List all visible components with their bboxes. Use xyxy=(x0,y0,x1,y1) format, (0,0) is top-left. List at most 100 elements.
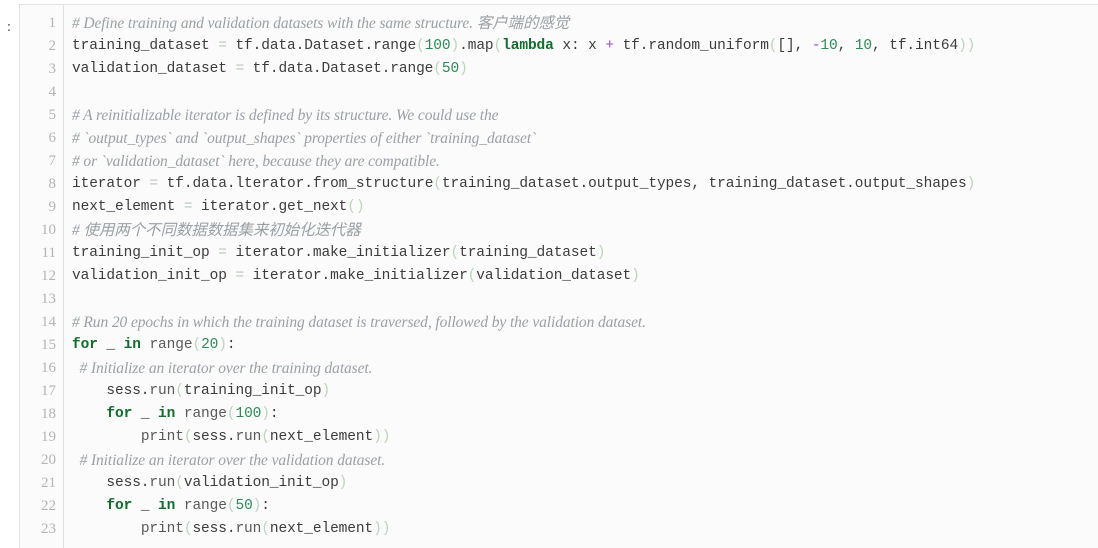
token-paren: ) xyxy=(966,176,976,192)
token-assign: = xyxy=(218,38,227,54)
token-paren: )) xyxy=(373,429,391,445)
code-line[interactable]: next_element = iterator.get_next() xyxy=(72,196,1098,219)
token-text: output_types xyxy=(588,176,692,192)
token-number: 50 xyxy=(235,498,253,514)
code-line[interactable]: validation_dataset = tf.data.Dataset.ran… xyxy=(72,58,1098,81)
code-line[interactable]: # Initialize an iterator over the traini… xyxy=(72,357,1098,380)
line-number: 13 xyxy=(41,291,56,307)
token-text: random_uniform xyxy=(648,38,769,54)
token-func: run xyxy=(235,429,262,445)
token-comment: # Initialize an iterator over the valida… xyxy=(72,452,386,469)
code-block: 1 2 3 4 5 6 7 8 9 10 11 12 13 14 15 16 17 18 19 20 21 22 23 # … xyxy=(19,4,1098,548)
token-text: range xyxy=(373,38,417,54)
token-text: validation_init_op xyxy=(183,475,339,491)
token-text: get_next xyxy=(278,199,348,215)
token-paren: ) xyxy=(321,383,331,399)
token-text: sess. xyxy=(192,521,236,537)
token-text: next_element xyxy=(269,429,374,445)
token-text: training_init_op xyxy=(183,383,322,399)
token-text: validation_init_op xyxy=(72,268,236,284)
code-line[interactable]: iterator = tf.data.lterator.from_structu… xyxy=(72,173,1098,196)
token-keyword: for xyxy=(106,406,133,422)
token-paren: ( xyxy=(416,38,425,54)
token-text: int64 xyxy=(915,38,959,54)
code-line[interactable]: print(sess.run(next_element)) xyxy=(72,426,1098,449)
code-line[interactable]: print(sess.run(next_element)) xyxy=(72,518,1098,541)
line-number: 4 xyxy=(48,84,57,100)
code-line[interactable]: for _ in range(50): xyxy=(72,495,1098,518)
token-assign: = xyxy=(149,176,159,192)
line-number: 3 xyxy=(48,61,57,77)
token-func: run xyxy=(235,521,262,537)
token-keyword: in xyxy=(158,406,176,422)
token-func: range xyxy=(149,337,193,353)
token-text: tf. xyxy=(158,176,193,192)
code-line[interactable]: sess.run(training_init_op) xyxy=(72,380,1098,403)
code-line[interactable]: # `output_types` and `output_shapes` pro… xyxy=(72,127,1098,150)
code-line[interactable]: training_init_op = iterator.make_initial… xyxy=(72,242,1098,265)
line-number-gutter: 1 2 3 4 5 6 7 8 9 10 11 12 13 14 15 16 17 18 19 20 21 22 23 xyxy=(20,5,64,548)
token-paren: ) xyxy=(450,38,460,54)
token-text: _ xyxy=(97,337,124,353)
token-text: make_initializer xyxy=(312,245,451,261)
code-line[interactable]: sess.run(validation_init_op) xyxy=(72,472,1098,495)
line-number: 5 xyxy=(48,107,57,123)
code-line[interactable]: # 使用两个不同数据数据集来初始化迭代器 xyxy=(72,219,1098,242)
line-number: 8 xyxy=(48,176,57,192)
token-func: range xyxy=(183,498,227,514)
token-paren: )) xyxy=(958,38,976,54)
token-number: 10 xyxy=(854,38,873,54)
token-paren: ( xyxy=(261,429,270,445)
token-text: x: x xyxy=(553,38,606,54)
token-number: 100 xyxy=(235,406,262,422)
token-text: validation_dataset xyxy=(476,268,632,284)
prompt-colon-mark: : xyxy=(6,19,12,35)
code-line[interactable]: # Initialize an iterator over the valida… xyxy=(72,449,1098,472)
code-snippet-page: : 1 2 3 4 5 6 7 8 9 10 11 12 13 14 15 16 17 18 19 20 21 22 23 … xyxy=(0,0,1098,548)
code-line[interactable]: # Run 20 epochs in which the training da… xyxy=(72,311,1098,334)
token-paren: )) xyxy=(373,521,391,537)
token-text: , training_dataset. xyxy=(691,176,855,192)
line-number: 23 xyxy=(41,521,56,537)
token-text: [], xyxy=(777,38,812,54)
token-text: _ xyxy=(132,498,159,514)
token-number: 50 xyxy=(441,61,460,77)
line-number: 1 xyxy=(48,15,57,31)
code-line[interactable]: for _ in range(20): xyxy=(72,334,1098,357)
code-content[interactable]: # Define training and validation dataset… xyxy=(64,5,1098,548)
token-comment: # Run 20 epochs in which the training da… xyxy=(72,314,646,331)
code-line[interactable]: # Define training and validation dataset… xyxy=(72,12,1098,35)
token-text: iterator xyxy=(72,176,150,192)
code-line[interactable]: # or `validation_dataset` here, because … xyxy=(72,150,1098,173)
token-keyword: for xyxy=(106,498,133,514)
code-line[interactable]: for _ in range(100): xyxy=(72,403,1098,426)
token-paren: ) xyxy=(459,61,468,77)
token-text: , xyxy=(837,38,855,54)
code-line[interactable]: training_dataset = tf.data.Dataset.range… xyxy=(72,35,1098,58)
token-paren: ( xyxy=(450,245,460,261)
line-number: 11 xyxy=(41,245,56,261)
token-comment-cjk: 客户端的感觉 xyxy=(476,15,570,32)
token-keyword: for xyxy=(72,337,98,353)
token-text: from_structure xyxy=(312,176,434,192)
token-comment: # Define training and validation dataset… xyxy=(72,15,477,32)
line-number: 20 xyxy=(41,452,56,468)
line-number: 10 xyxy=(41,222,56,238)
token-text: data. xyxy=(192,176,236,192)
token-number: 20 xyxy=(201,337,219,353)
code-line[interactable] xyxy=(72,81,1098,104)
code-line[interactable]: validation_init_op = iterator.make_initi… xyxy=(72,265,1098,288)
line-number: 22 xyxy=(41,498,56,514)
token-text: next_element xyxy=(72,199,184,215)
token-text: training_dataset. xyxy=(441,176,589,192)
token-text: sess. xyxy=(192,429,236,445)
line-number: 12 xyxy=(41,268,56,284)
code-line[interactable] xyxy=(72,288,1098,311)
code-line[interactable]: # A reinitializable iterator is defined … xyxy=(72,104,1098,127)
token-text: tf. xyxy=(244,61,279,77)
token-paren: ) xyxy=(261,406,270,422)
line-number: 6 xyxy=(48,130,57,146)
